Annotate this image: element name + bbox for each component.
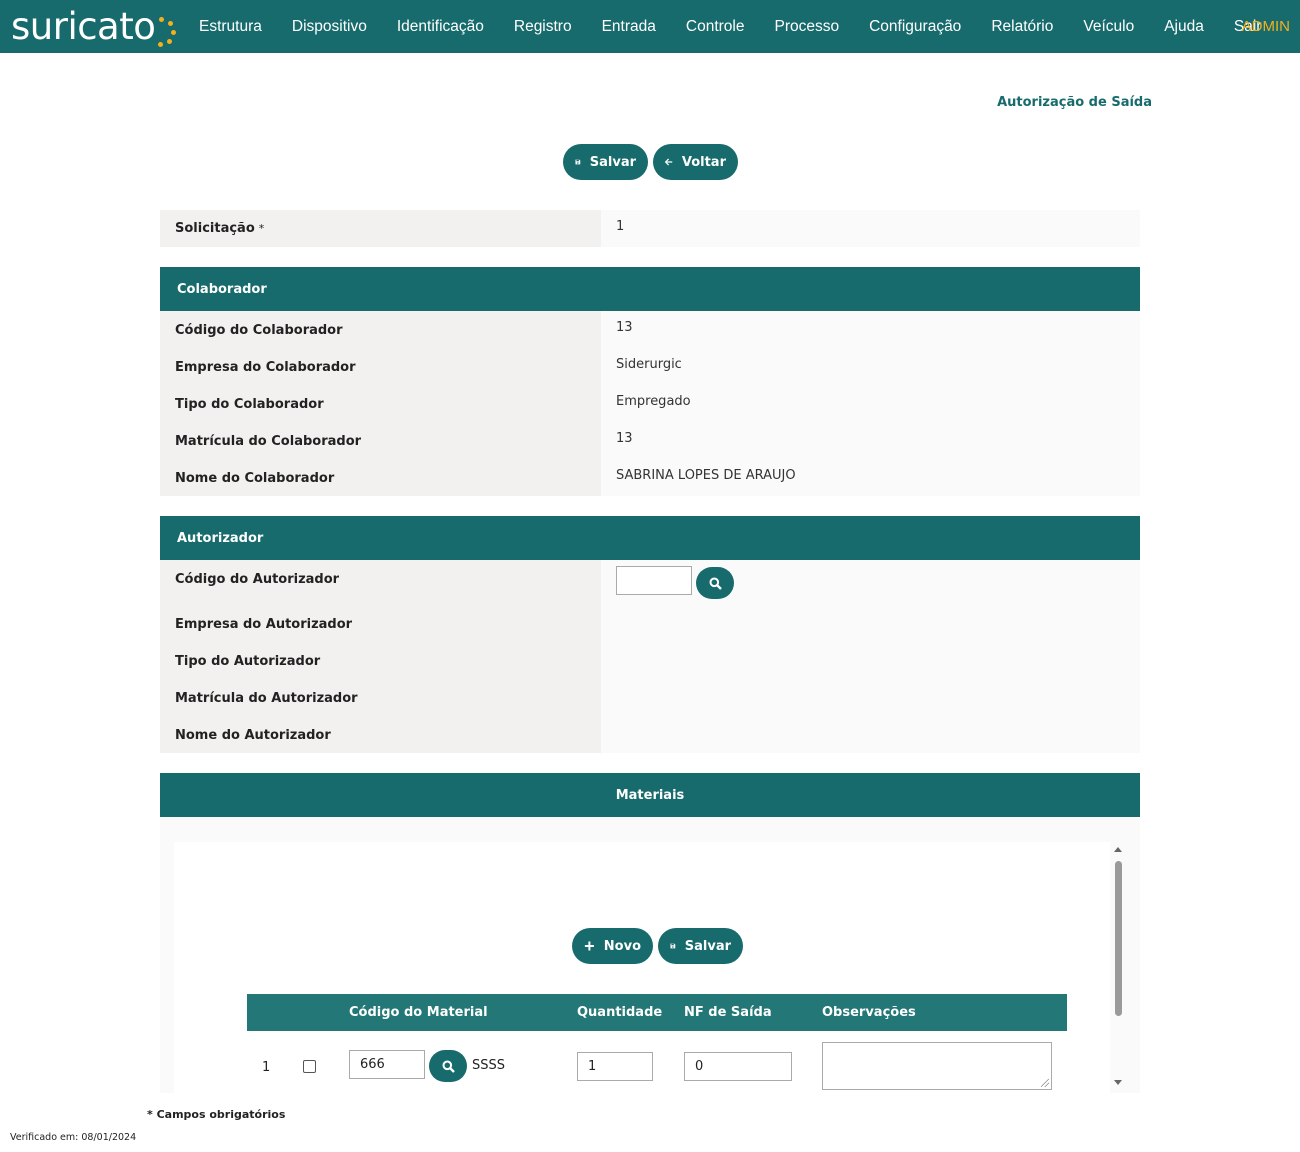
menu-relatorio[interactable]: Relatório [991, 18, 1053, 36]
scroll-thumb[interactable] [1115, 861, 1122, 1016]
scroll-up-icon[interactable] [1114, 847, 1122, 852]
plus-icon [584, 941, 594, 951]
materiais-heading: Materiais [160, 773, 1140, 817]
new-material-button[interactable]: Novo [572, 928, 653, 964]
materials-table-header: Código do Material Quantidade NF de Saíd… [247, 994, 1067, 1031]
material-description: SSSS [472, 1058, 506, 1073]
autorizador-search-button[interactable] [696, 567, 734, 599]
save-icon [670, 943, 676, 949]
menu-processo[interactable]: Processo [774, 18, 839, 36]
colaborador-tipo-label: Tipo do Colaborador [175, 397, 324, 412]
autorizador-codigo-label: Código do Autorizador [175, 572, 340, 587]
save-materials-button[interactable]: Salvar [658, 928, 743, 964]
quantity-input[interactable]: 1 [577, 1052, 653, 1081]
required-mark: * [258, 222, 265, 235]
back-label: Voltar [681, 154, 726, 170]
logo-text: suricato [11, 4, 156, 48]
col-codigo-material[interactable]: Código do Material [349, 1005, 488, 1020]
colaborador-empresa-label: Empresa do Colaborador [175, 360, 356, 375]
page-title: Autorização de Saída [997, 95, 1152, 110]
material-search-button[interactable] [429, 1050, 467, 1082]
solicitacao-row: Solicitação * 1 [160, 210, 1140, 247]
search-icon [709, 577, 722, 590]
menu-identificacao[interactable]: Identificação [397, 18, 484, 36]
autorizador-heading: Autorizador [160, 516, 1140, 560]
menu-estrutura[interactable]: Estrutura [199, 18, 262, 36]
suricato-logo[interactable]: suricato [11, 2, 178, 50]
col-observacoes[interactable]: Observações [822, 1005, 916, 1020]
menu-configuracao[interactable]: Configuração [869, 18, 961, 36]
resize-handle-icon[interactable] [1041, 1079, 1049, 1087]
table-row: 1 666 SSSS 1 0 [247, 1031, 1067, 1093]
colaborador-heading: Colaborador [160, 267, 1140, 311]
menu-veiculo[interactable]: Veículo [1083, 18, 1134, 36]
col-quantidade[interactable]: Quantidade [577, 1005, 662, 1020]
solicitacao-label: Solicitação [175, 221, 255, 236]
scroll-down-icon[interactable] [1114, 1080, 1122, 1085]
observations-textarea[interactable] [822, 1042, 1052, 1090]
materiais-frame[interactable]: Novo Salvar Código do Material Quantidad… [174, 842, 1110, 1093]
solicitacao-label-cell: Solicitação * [160, 210, 601, 247]
user-name[interactable]: ADMIN [1242, 18, 1290, 35]
search-icon [442, 1060, 455, 1073]
colaborador-empresa-value: Siderurgic [616, 357, 682, 372]
menu-controle[interactable]: Controle [686, 18, 745, 36]
verified-date: Verificado em: 08/01/2024 [10, 1132, 137, 1143]
required-fields-note: * Campos obrigatórios [147, 1108, 286, 1121]
colaborador-codigo-value: 13 [616, 320, 633, 335]
main-menu: Estrutura Dispositivo Identificação Regi… [199, 0, 1291, 53]
materials-scrollbar[interactable] [1110, 842, 1126, 1093]
autorizador-tipo-label: Tipo do Autorizador [175, 654, 321, 669]
back-button[interactable]: Voltar [653, 144, 738, 180]
arrow-left-icon [665, 158, 673, 166]
autorizador-panel: Código do Autorizador Empresa do Autoriz… [160, 560, 1140, 753]
col-nf-saida[interactable]: NF de Saída [684, 1005, 772, 1020]
row-checkbox[interactable] [303, 1060, 316, 1073]
menu-entrada[interactable]: Entrada [602, 18, 656, 36]
colaborador-nome-value: SABRINA LOPES DE ARAUJO [616, 468, 796, 483]
nf-saida-input[interactable]: 0 [684, 1052, 792, 1081]
autorizador-empresa-label: Empresa do Autorizador [175, 617, 353, 632]
new-label: Novo [603, 938, 641, 954]
materiais-toolbar: Novo Salvar [572, 928, 748, 964]
colaborador-panel: Código do Colaborador 13 Empresa do Cola… [160, 311, 1140, 496]
colaborador-matricula-value: 13 [616, 431, 633, 446]
row-number: 1 [262, 1060, 271, 1075]
save-icon [575, 159, 581, 165]
top-navbar: suricato Estrutura Dispositivo Identific… [0, 0, 1300, 53]
colaborador-codigo-label: Código do Colaborador [175, 323, 343, 338]
autorizador-codigo-input[interactable] [616, 566, 692, 595]
menu-dispositivo[interactable]: Dispositivo [292, 18, 367, 36]
autorizador-matricula-label: Matrícula do Autorizador [175, 691, 358, 706]
colaborador-tipo-value: Empregado [616, 394, 691, 409]
form-toolbar: Salvar Voltar [563, 144, 743, 180]
logo-dots-icon [156, 6, 178, 47]
save-label: Salvar [684, 938, 731, 954]
solicitacao-value-cell: 1 [601, 210, 1140, 247]
materiais-panel: Novo Salvar Código do Material Quantidad… [160, 817, 1140, 1093]
colaborador-nome-label: Nome do Colaborador [175, 471, 335, 486]
save-button[interactable]: Salvar [563, 144, 648, 180]
menu-ajuda[interactable]: Ajuda [1164, 18, 1204, 36]
autorizador-nome-label: Nome do Autorizador [175, 728, 331, 743]
material-code-input[interactable]: 666 [349, 1050, 425, 1079]
colaborador-matricula-label: Matrícula do Colaborador [175, 434, 362, 449]
menu-registro[interactable]: Registro [514, 18, 572, 36]
save-label: Salvar [589, 154, 636, 170]
solicitacao-value: 1 [616, 219, 625, 234]
